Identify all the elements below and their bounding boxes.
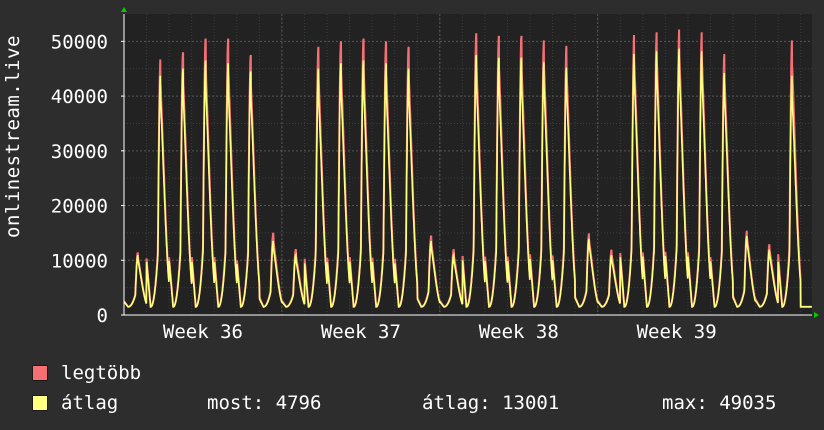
x-tick-label: Week 37 [321, 321, 401, 343]
y-axis-label: onlinestream.live [2, 35, 24, 238]
x-tick-label: Week 38 [479, 321, 559, 343]
stat-max: max: 49035 [662, 392, 777, 414]
y-tick-label: 50000 [51, 31, 108, 53]
legend-swatch-avg [32, 395, 48, 411]
stat-average: átlag: 13001 [422, 392, 560, 414]
y-tick-label: 0 [97, 305, 108, 327]
x-tick-label: Week 36 [163, 321, 243, 343]
legend-item-max: legtöbb [32, 362, 141, 384]
y-tick-label: 10000 [51, 250, 108, 272]
y-axis-arrow [121, 7, 127, 12]
y-tick-label: 40000 [51, 86, 108, 108]
legend-swatch-max [32, 365, 48, 381]
legend-item-avg: átlag [32, 392, 118, 414]
legend-label-max: legtöbb [61, 362, 142, 384]
y-tick-label: 20000 [51, 196, 108, 218]
x-axis-arrow [814, 312, 819, 318]
y-tick-label: 30000 [51, 141, 108, 163]
legend-label-avg: átlag [61, 392, 119, 414]
stat-current: most: 4796 [207, 392, 322, 414]
x-tick-label: Week 39 [637, 321, 717, 343]
